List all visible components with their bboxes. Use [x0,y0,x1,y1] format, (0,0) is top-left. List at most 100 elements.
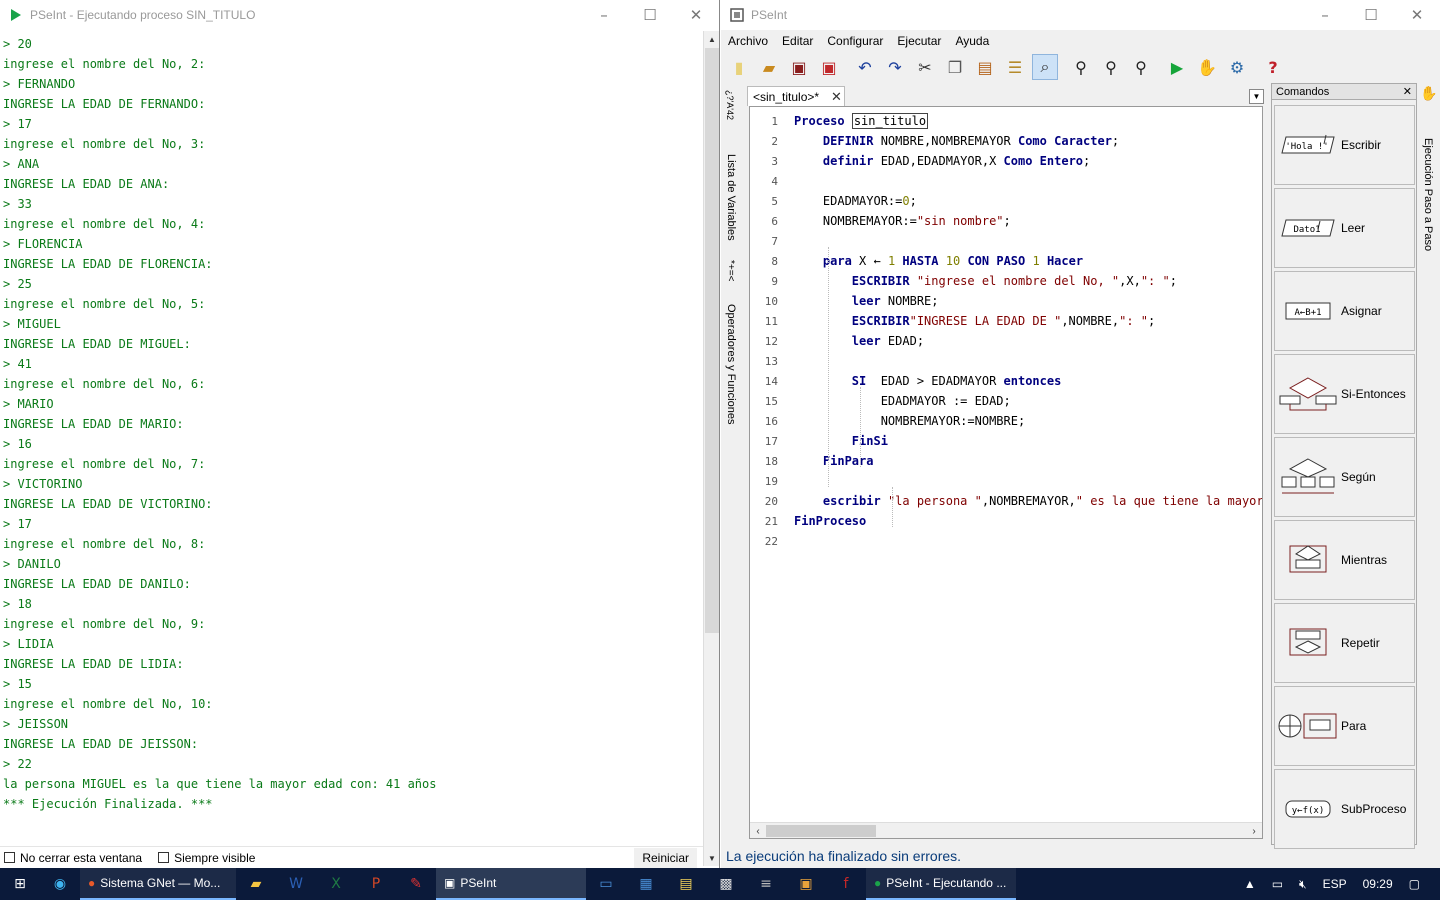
command-repetir[interactable]: Repetir [1274,603,1415,683]
scroll-thumb[interactable] [705,48,719,633]
code-line[interactable]: 11 ESCRIBIR"INGRESE LA EDAD DE ",NOMBRE,… [750,311,1260,331]
word-icon[interactable]: W [276,868,316,900]
code-line[interactable]: 9 ESCRIBIR "ingrese el nombre del No, ",… [750,271,1260,291]
code-line[interactable]: 22 [750,531,1260,551]
code-line[interactable]: 8 para X ← 1 HASTA 10 CON PASO 1 Hacer [750,251,1260,271]
code-line[interactable]: 6 NOMBREMAYOR:="sin nombre"; [750,211,1260,231]
command-mientras[interactable]: Mientras [1274,520,1415,600]
command-subproceso[interactable]: y←f(x) SubProceso [1274,769,1415,849]
notes-icon[interactable]: ▤ [666,868,706,900]
windows-start-icon[interactable]: ⊞ [0,868,40,900]
lista-de-variables-tab[interactable]: Lista de Variables [725,154,737,241]
search-previous-icon[interactable]: ⚲ [1098,54,1124,80]
review-icon[interactable]: ⌕ [1032,54,1058,80]
browser-icon[interactable]: ◉ [40,868,80,900]
editor-horizontal-scrollbar[interactable]: ‹ › [750,822,1262,838]
maximize-button[interactable]: ☐ [1348,0,1394,30]
command-segun[interactable]: Según [1274,437,1415,517]
save-as-icon[interactable]: ▣ [816,54,842,80]
scroll-up-arrow-icon[interactable]: ▲ [704,31,720,47]
command-escribir[interactable]: 'Hola !' Escribir [1274,105,1415,185]
menu-editar[interactable]: Editar [775,34,820,48]
code-line[interactable]: 13 [750,351,1260,371]
command-si-entonces[interactable]: Si-Entonces [1274,354,1415,434]
code-line[interactable]: 2 DEFINIR NOMBRE,NOMBREMAYOR Como Caract… [750,131,1260,151]
code-line[interactable]: 14 SI EDAD > EDADMAYOR entonces [750,371,1260,391]
pseint-titlebar[interactable]: PSeInt – ☐ ✕ [721,0,1440,30]
command-para[interactable]: Para [1274,686,1415,766]
volume-icon[interactable]: 🔇︎ [1299,877,1307,892]
menu-archivo[interactable]: Archivo [721,34,775,48]
code-line[interactable]: 7 [750,231,1260,251]
paste-icon[interactable]: ▤ [972,54,998,80]
undo-icon[interactable]: ↶ [852,54,878,80]
code-editor[interactable]: 1 Proceso sin_titulo 2 DEFINIR NOMBRE,NOMB… [749,106,1263,839]
app-icon-2[interactable]: ▦ [626,868,666,900]
new-file-icon[interactable]: ▮ [726,54,752,80]
help-icon[interactable]: ? [1260,54,1286,80]
app-icon-6[interactable]: f [826,868,866,900]
code-line[interactable]: 4 [750,171,1260,191]
maximize-button[interactable]: ☐ [627,0,673,30]
menu-ejecutar[interactable]: Ejecutar [890,34,948,48]
scroll-down-arrow-icon[interactable]: ▼ [704,850,720,866]
code-line[interactable]: 10 leer NOMBRE; [750,291,1260,311]
file-explorer-icon[interactable]: ▰ [236,868,276,900]
code-line[interactable]: 1 Proceso sin_titulo [750,111,1260,131]
code-line[interactable]: 12 leer EDAD; [750,331,1260,351]
step-by-step-icon[interactable]: ✋ [1194,54,1220,80]
reiniciar-button[interactable]: Reiniciar [634,848,697,868]
menu-configurar[interactable]: Configurar [820,34,890,48]
close-tab-icon[interactable]: ✕ [831,89,842,105]
search-icon[interactable]: ⚲ [1068,54,1094,80]
minimize-button[interactable]: – [1302,0,1348,30]
editor-tab[interactable]: <sin_titulo>* ✕ [747,86,845,106]
excel-icon[interactable]: X [316,868,356,900]
code-line[interactable]: 17 FinSi [750,431,1260,451]
console-titlebar[interactable]: PSeInt - Ejecutando proceso SIN_TITULO –… [0,0,719,30]
close-button[interactable]: ✕ [1394,0,1440,30]
tray-up-icon[interactable]: ▲ [1244,877,1256,891]
app-icon-3[interactable]: ▩ [706,868,746,900]
run-icon[interactable]: ▶ [1164,54,1190,80]
code-line[interactable]: 15 EDADMAYOR := EDAD; [750,391,1260,411]
scroll-left-arrow-icon[interactable]: ‹ [750,823,766,838]
close-panel-icon[interactable]: ✕ [1403,85,1412,98]
code-line[interactable]: 16 NOMBREMAYOR:=NOMBRE; [750,411,1260,431]
network-icon[interactable]: ▭ [1272,877,1283,891]
code-line[interactable]: 20 escribir "la persona ",NOMBREMAYOR," … [750,491,1262,511]
cut-icon[interactable]: ✂ [912,54,938,80]
copy-icon[interactable]: ❐ [942,54,968,80]
close-button[interactable]: ✕ [673,0,719,30]
minimize-button[interactable]: – [581,0,627,30]
search-next-icon[interactable]: ⚲ [1128,54,1154,80]
redo-icon[interactable]: ↷ [882,54,908,80]
language-indicator[interactable]: ESP [1323,877,1347,891]
notifications-icon[interactable]: ▢ [1409,877,1420,891]
scroll-right-arrow-icon[interactable]: › [1246,823,1262,838]
flowchart-icon[interactable]: ⚙ [1224,54,1250,80]
code-line[interactable]: 21 FinProceso [750,511,1260,531]
clock[interactable]: 09:29 [1363,877,1393,891]
code-line[interactable]: 5 EDADMAYOR:=0; [750,191,1260,211]
command-leer[interactable]: Dato1 Leer [1274,188,1415,268]
open-folder-icon[interactable]: ▰ [756,54,782,80]
operadores-y-funciones-tab[interactable]: Operadores y Funciones [725,304,737,424]
ejecucion-paso-a-paso-tab[interactable]: Ejecución Paso a Paso [1422,138,1434,251]
pin-app-icon[interactable]: ✎ [396,868,436,900]
menu-ayuda[interactable]: Ayuda [948,34,996,48]
taskbar-task-pseint-ejecutando[interactable]: ● PSeInt - Ejecutando ... [866,868,1016,900]
powerpoint-icon[interactable]: P [356,868,396,900]
code-line[interactable]: 19 [750,471,1260,491]
command-asignar[interactable]: A←B+1 Asignar [1274,271,1415,351]
siempre-visible-checkbox[interactable]: Siempre visible [158,851,255,865]
app-icon-5[interactable]: ▣ [786,868,826,900]
code-line[interactable]: 18 FinPara [750,451,1260,471]
tab-dropdown-icon[interactable]: ▼ [1249,89,1264,104]
taskbar-task-pseint[interactable]: ▣ PSeInt [436,868,586,900]
code-line[interactable]: 3 definir EDAD,EDADMAYOR,X Como Entero; [750,151,1260,171]
scroll-thumb[interactable] [766,825,876,837]
console-scrollbar[interactable]: ▲ ▼ [703,31,719,866]
no-cerrar-checkbox[interactable]: No cerrar esta ventana [4,851,142,865]
app-icon-1[interactable]: ▭ [586,868,626,900]
